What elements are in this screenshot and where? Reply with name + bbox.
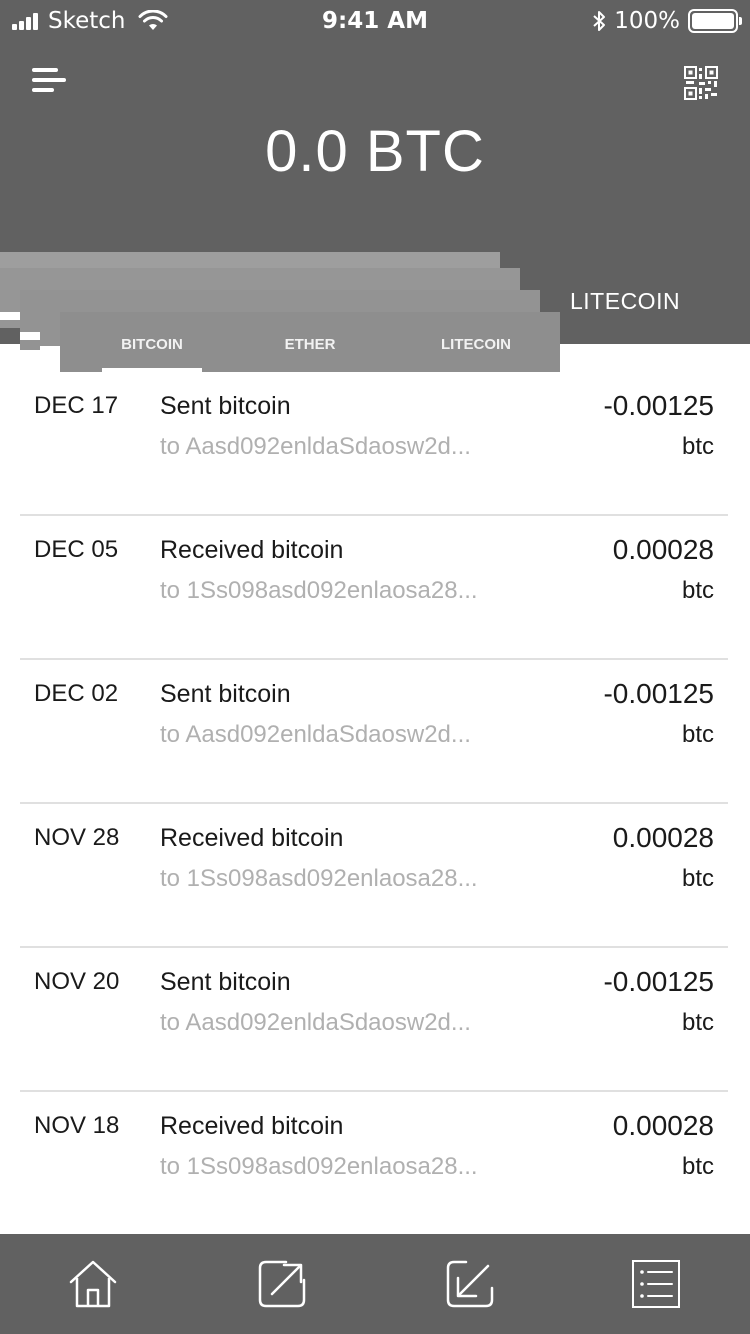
transaction-address: to 1Ss098asd092enlaosa28... [160,865,478,892]
transaction-unit: btc [681,1153,714,1180]
transaction-date: NOV 20 [34,968,120,995]
bottom-nav-bar [0,1234,750,1334]
transaction-row[interactable]: NOV 28 Received bitcoin to 1Ss098asd092e… [20,804,728,948]
bluetooth-icon [593,11,606,31]
tab-litecoin[interactable]: LITECOIN [426,336,526,353]
transaction-unit: btc [681,865,714,892]
transaction-row[interactable]: DEC 17 Sent bitcoin to Aasd092enldaSdaos… [20,372,728,516]
tab-bitcoin[interactable]: BITCOIN [102,336,202,353]
transaction-unit: btc [681,1009,714,1036]
transaction-list: DEC 17 Sent bitcoin to Aasd092enldaSdaos… [0,372,750,1236]
balance-amount: 0.0 BTC [265,119,485,184]
transaction-date: DEC 02 [34,680,119,707]
transaction-date: DEC 05 [34,536,119,563]
transaction-title: Sent bitcoin [160,680,291,708]
transaction-amount: 0.00028 [612,534,714,565]
transaction-unit: btc [681,721,714,748]
transaction-title: Sent bitcoin [160,968,291,996]
transaction-row[interactable]: NOV 20 Sent bitcoin to Aasd092enldaSdaos… [20,948,728,1092]
transaction-title: Received bitcoin [160,536,344,564]
transaction-date: DEC 17 [34,392,119,419]
transaction-amount: 0.00028 [612,822,714,853]
transaction-date: NOV 18 [34,1112,120,1139]
list-icon[interactable] [630,1258,682,1310]
transaction-amount: 0.00028 [612,1110,714,1141]
battery-percent: 100% [614,8,680,34]
transaction-amount: -0.00125 [603,390,714,421]
card-notch [20,332,40,340]
receive-icon[interactable] [444,1258,496,1310]
transaction-address: to Aasd092enldaSdaosw2d... [160,433,471,460]
status-right: 100% [592,8,742,34]
transaction-address: to 1Ss098asd092enlaosa28... [160,1153,478,1180]
qr-code-icon[interactable] [684,66,718,100]
transaction-unit: btc [681,577,714,604]
tab-litecoin-header[interactable]: LITECOIN [570,288,680,315]
transaction-address: to 1Ss098asd092enlaosa28... [160,577,478,604]
transaction-title: Received bitcoin [160,824,344,852]
transaction-title: Sent bitcoin [160,392,291,420]
card-notch [40,346,60,356]
transaction-address: to Aasd092enldaSdaosw2d... [160,1009,471,1036]
transaction-row[interactable]: NOV 18 Received bitcoin to 1Ss098asd092e… [20,1092,728,1236]
send-icon[interactable] [256,1258,308,1310]
tab-ether[interactable]: ETHER [260,336,360,353]
battery-icon [688,9,742,33]
transaction-amount: -0.00125 [603,678,714,709]
hamburger-menu-icon[interactable] [32,66,66,94]
status-bar: Sketch 9:41 AM 100% [0,0,750,40]
currency-tabs: BITCOIN ETHER LITECOIN [60,312,560,372]
transaction-title: Received bitcoin [160,1112,344,1140]
transaction-row[interactable]: DEC 02 Sent bitcoin to Aasd092enldaSdaos… [20,660,728,804]
transaction-address: to Aasd092enldaSdaosw2d... [160,721,471,748]
transaction-amount: -0.00125 [603,966,714,997]
transaction-row[interactable]: DEC 05 Received bitcoin to 1Ss098asd092e… [20,516,728,660]
transaction-date: NOV 28 [34,824,120,851]
card-notch [0,312,20,320]
home-icon[interactable] [67,1258,119,1310]
transaction-unit: btc [681,433,714,460]
